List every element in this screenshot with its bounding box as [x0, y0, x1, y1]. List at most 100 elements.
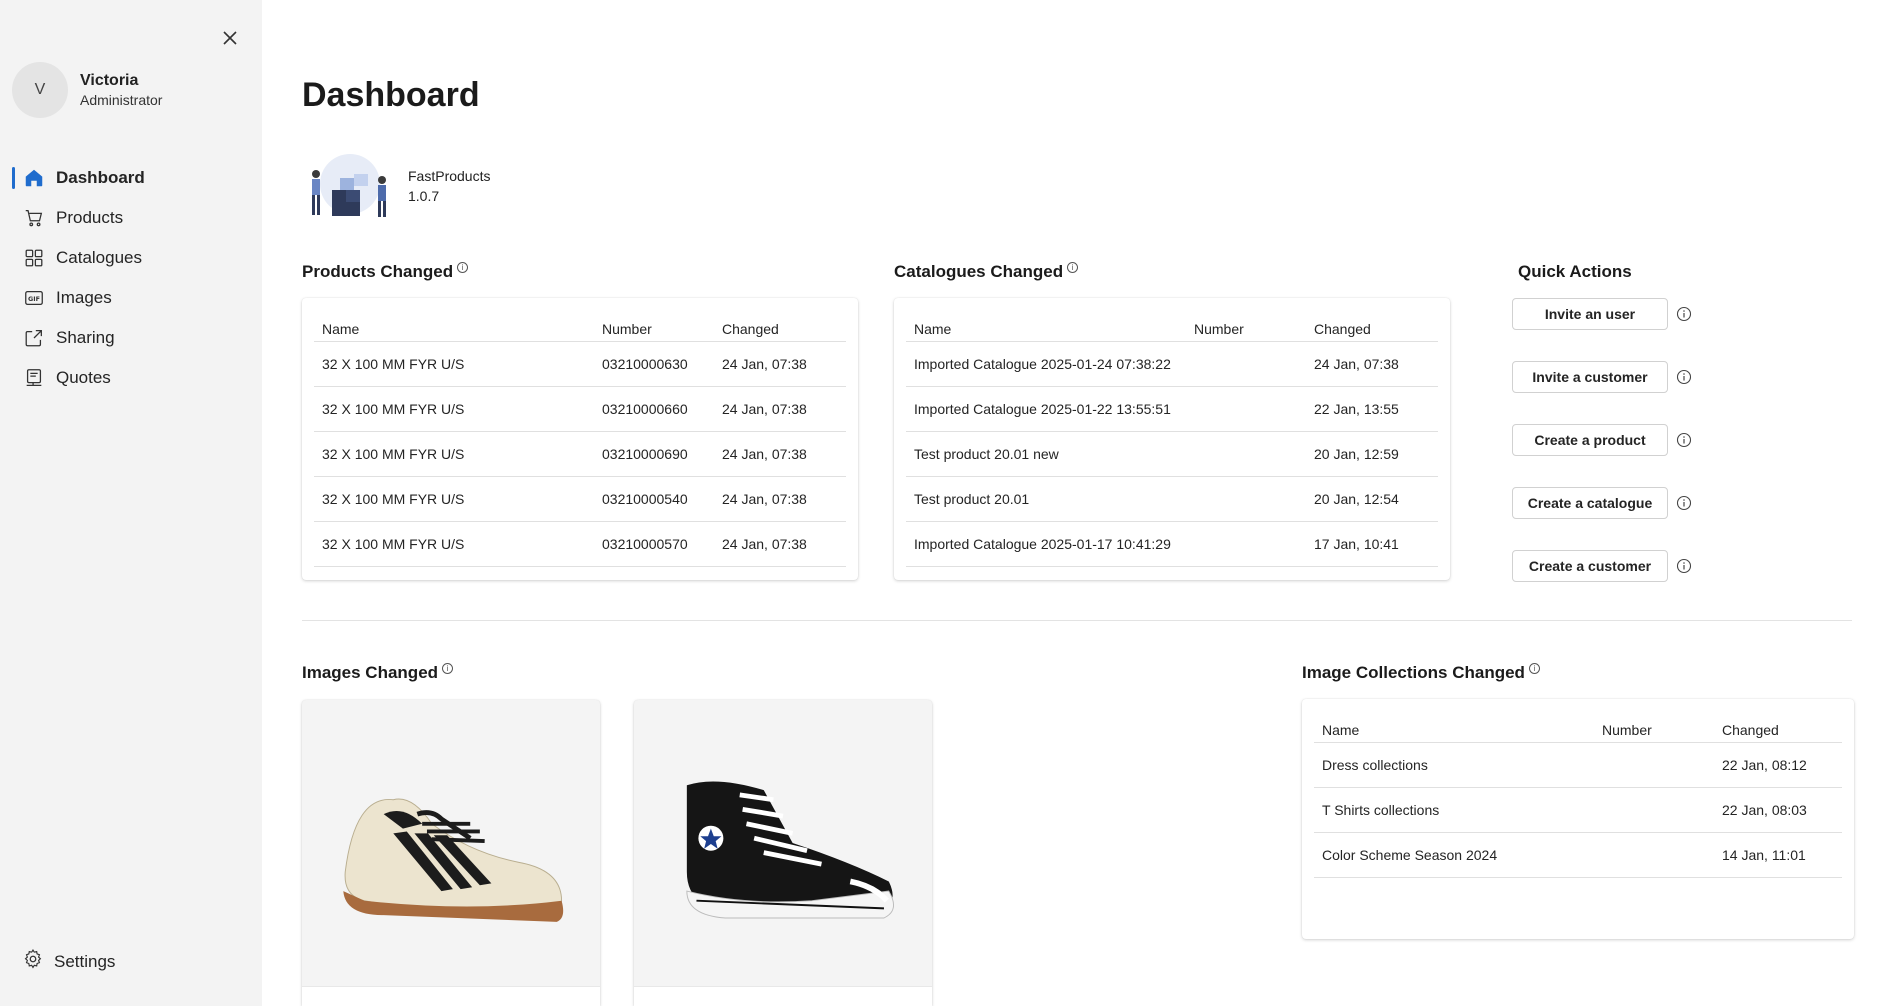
cell-number: 03210000540 [602, 491, 688, 507]
sidebar-item-quotes[interactable]: Quotes [0, 358, 262, 398]
invite-customer-button[interactable]: Invite a customer [1512, 361, 1668, 393]
table-row[interactable]: Imported Catalogue 2025-01-22 13:55:51 2… [906, 387, 1438, 432]
cell-name: T Shirts collections [1322, 802, 1440, 818]
section-divider [302, 620, 1852, 621]
cell-changed: 24 Jan, 07:38 [722, 491, 807, 507]
sidebar-item-dashboard[interactable]: Dashboard [0, 158, 262, 198]
create-customer-button[interactable]: Create a customer [1512, 550, 1668, 582]
cell-name: Imported Catalogue 2025-01-24 07:38:22 [914, 356, 1171, 372]
image-thumbnail [302, 700, 600, 986]
hightop-sneaker-image [686, 781, 894, 919]
gif-icon: GIF [22, 286, 46, 310]
image-collections-card: Name Number Changed Dress collections 22… [1302, 699, 1854, 939]
cell-name: 32 X 100 MM FYR U/S [322, 401, 465, 417]
column-header-number[interactable]: Number [1602, 722, 1722, 738]
sidebar: V Victoria Administrator Dashboard Produ… [0, 0, 262, 1006]
table-row[interactable]: Test product 20.01 new 20 Jan, 12:59 [906, 432, 1438, 477]
cell-changed: 22 Jan, 13:55 [1314, 401, 1399, 417]
info-icon[interactable] [1676, 558, 1692, 574]
cell-changed: 17 Jan, 10:41 [1314, 536, 1399, 552]
info-icon[interactable]: i [442, 663, 454, 674]
table-header: Name Number Changed [906, 316, 1438, 342]
info-icon[interactable]: i [1067, 262, 1079, 273]
cell-changed: 24 Jan, 07:38 [722, 446, 807, 462]
app-info: FastProducts 1.0.7 [302, 152, 490, 220]
sidebar-item-products[interactable]: Products [0, 198, 262, 238]
app-version: 1.0.7 [408, 188, 440, 204]
image-collections-changed-title: Image Collections Changed i [1302, 663, 1540, 683]
cell-name: 32 X 100 MM FYR U/S [322, 446, 465, 462]
share-icon [22, 326, 46, 350]
info-icon[interactable] [1676, 369, 1692, 385]
table-row[interactable]: Test product 20.01 20 Jan, 12:54 [906, 477, 1438, 522]
cell-changed: 24 Jan, 07:38 [1314, 356, 1399, 372]
sidebar-item-label: Dashboard [56, 168, 145, 187]
catalogues-table: Name Number Changed Imported Catalogue 2… [906, 316, 1438, 567]
table-row[interactable]: 32 X 100 MM FYR U/S 03210000570 24 Jan, … [314, 522, 846, 567]
image-card[interactable] [634, 700, 932, 1006]
column-header-changed[interactable]: Changed [1314, 321, 1371, 337]
cell-name: 32 X 100 MM FYR U/S [322, 491, 465, 507]
column-header-name[interactable]: Name [914, 321, 1194, 337]
table-row[interactable]: 32 X 100 MM FYR U/S 03210000660 24 Jan, … [314, 387, 846, 432]
sidebar-item-settings[interactable]: Settings [22, 948, 115, 975]
cell-changed: 24 Jan, 07:38 [722, 401, 807, 417]
create-product-button[interactable]: Create a product [1512, 424, 1668, 456]
image-card[interactable] [302, 700, 600, 1006]
info-icon[interactable] [1676, 306, 1692, 322]
column-header-number[interactable]: Number [1194, 321, 1314, 337]
image-thumbnail [634, 700, 932, 986]
images-changed-title: Images Changed i [302, 663, 454, 683]
info-icon[interactable] [1676, 432, 1692, 448]
table-row[interactable]: Dress collections 22 Jan, 08:12 [1314, 743, 1842, 788]
cart-icon [22, 206, 46, 230]
column-header-name[interactable]: Name [322, 321, 602, 337]
settings-label: Settings [54, 951, 116, 971]
info-icon[interactable]: i [457, 262, 469, 273]
info-icon[interactable]: i [1528, 663, 1540, 674]
app-logo-illustration [312, 154, 386, 217]
sidebar-item-sharing[interactable]: Sharing [0, 318, 262, 358]
column-header-number[interactable]: Number [602, 321, 722, 337]
sidebar-item-images[interactable]: GIF Images [0, 278, 262, 318]
sidebar-item-label: Sharing [56, 328, 115, 347]
cell-changed: 24 Jan, 07:38 [722, 356, 807, 372]
cell-number: 03210000690 [602, 446, 688, 462]
quick-actions-title: Quick Actions [1518, 262, 1632, 281]
cell-name: Imported Catalogue 2025-01-17 10:41:29 [914, 536, 1171, 552]
close-icon [223, 31, 237, 45]
cell-number: 03210000630 [602, 356, 688, 372]
table-row[interactable]: Color Scheme Season 2024 14 Jan, 11:01 [1314, 833, 1842, 878]
user-profile: V Victoria Administrator [12, 62, 162, 118]
app-name: FastProducts [408, 168, 491, 184]
sidebar-item-catalogues[interactable]: Catalogues [0, 238, 262, 278]
cell-name: 32 X 100 MM FYR U/S [322, 356, 465, 372]
cell-name: Color Scheme Season 2024 [1322, 847, 1498, 863]
table-row[interactable]: Imported Catalogue 2025-01-17 10:41:29 1… [906, 522, 1438, 567]
column-header-changed[interactable]: Changed [722, 321, 779, 337]
image-card-footer [302, 986, 600, 1006]
sidebar-item-label: Catalogues [56, 248, 143, 267]
cell-name: 32 X 100 MM FYR U/S [322, 536, 465, 552]
table-header: Name Number Changed [314, 316, 846, 342]
column-header-name[interactable]: Name [1322, 722, 1602, 738]
user-role: Administrator [80, 92, 163, 108]
column-header-changed[interactable]: Changed [1722, 722, 1779, 738]
products-changed-title: Products Changed i [302, 262, 469, 282]
cell-changed: 24 Jan, 07:38 [722, 536, 807, 552]
home-icon [22, 166, 46, 190]
create-catalogue-button[interactable]: Create a catalogue [1512, 487, 1668, 519]
image-collections-table: Name Number Changed Dress collections 22… [1314, 717, 1842, 878]
table-row[interactable]: 32 X 100 MM FYR U/S 03210000690 24 Jan, … [314, 432, 846, 477]
info-icon[interactable] [1676, 495, 1692, 511]
table-row[interactable]: T Shirts collections 22 Jan, 08:03 [1314, 788, 1842, 833]
table-row[interactable]: Imported Catalogue 2025-01-24 07:38:22 2… [906, 342, 1438, 387]
close-sidebar-button[interactable] [218, 26, 242, 50]
invite-user-button[interactable]: Invite an user [1512, 298, 1668, 330]
table-row[interactable]: 32 X 100 MM FYR U/S 03210000540 24 Jan, … [314, 477, 846, 522]
table-row[interactable]: 32 X 100 MM FYR U/S 03210000630 24 Jan, … [314, 342, 846, 387]
cell-changed: 22 Jan, 08:03 [1722, 802, 1807, 818]
grid-icon [22, 246, 46, 270]
image-card-footer [634, 986, 932, 1006]
user-name: Victoria [80, 72, 139, 89]
